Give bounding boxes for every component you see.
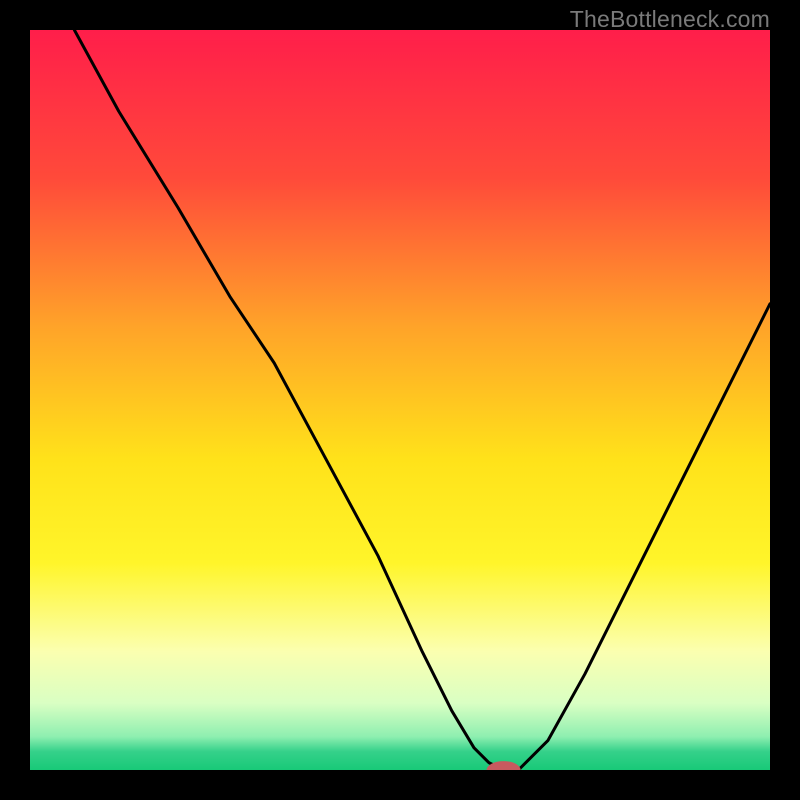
chart-svg	[30, 30, 770, 770]
chart-frame: TheBottleneck.com	[0, 0, 800, 800]
gradient-background	[30, 30, 770, 770]
plot-area	[30, 30, 770, 770]
watermark-text: TheBottleneck.com	[570, 6, 770, 33]
